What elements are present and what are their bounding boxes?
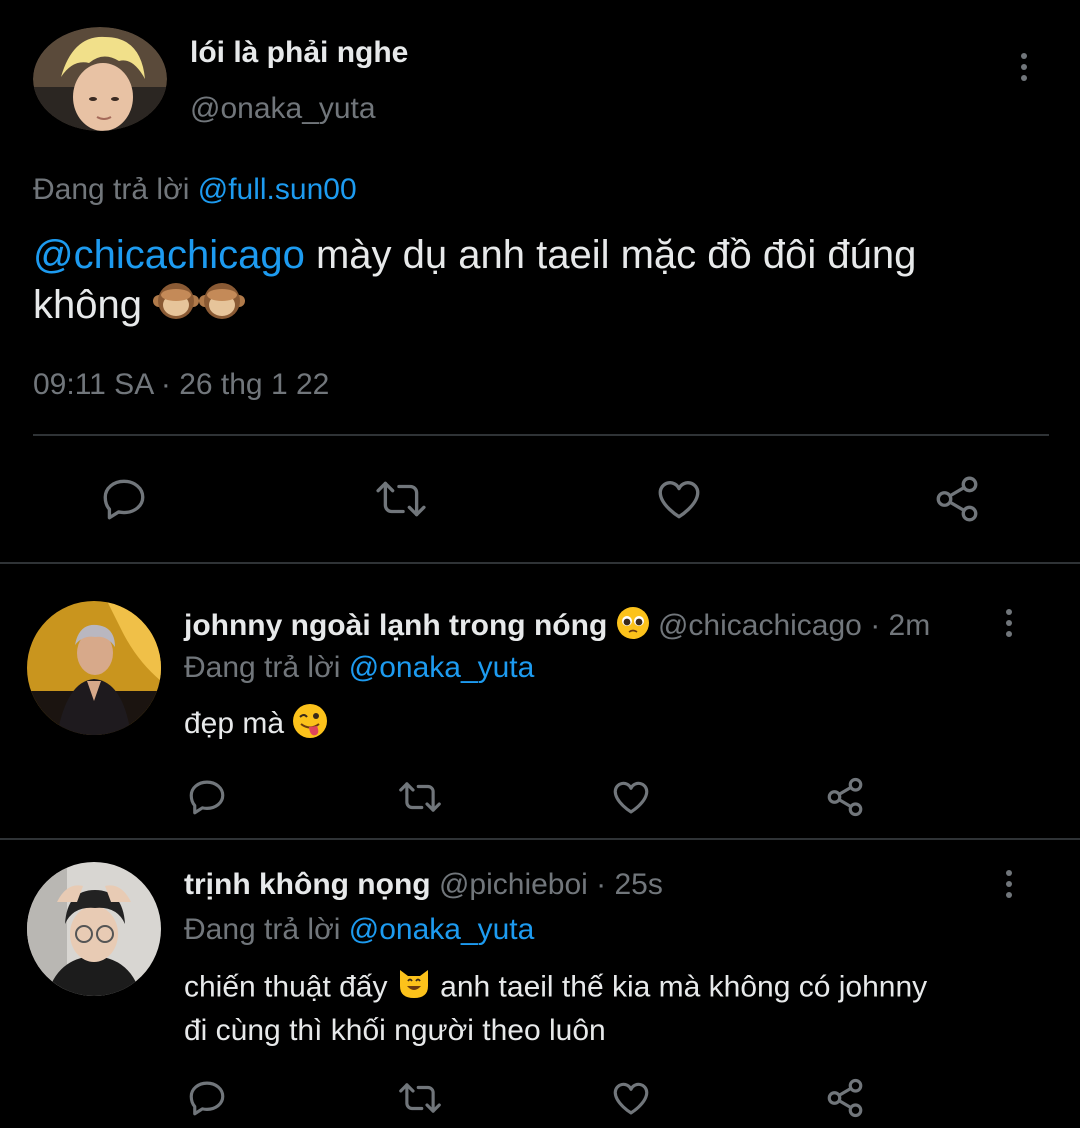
more-options-icon[interactable]: [1003, 609, 1015, 637]
relative-time: · 2m: [870, 608, 931, 642]
pleading-face-icon: [616, 606, 650, 648]
reply-to-link[interactable]: @onaka_yuta: [349, 913, 535, 946]
reply-text-line2: đi cùng thì khối người theo luôn: [184, 1014, 606, 1047]
reply-text: đẹp mà: [184, 703, 328, 747]
retweet-icon[interactable]: [396, 1077, 444, 1119]
more-options-icon[interactable]: [1003, 870, 1015, 898]
share-icon[interactable]: [824, 1077, 866, 1119]
reply-context: Đang trả lời @onaka_yuta: [184, 913, 534, 947]
reply-text-body: đẹp mà: [184, 706, 285, 740]
display-name[interactable]: johnny ngoài lạnh trong nóng: [184, 609, 607, 642]
timestamp[interactable]: 09:11 SA · 26 thg 1 22: [33, 368, 329, 402]
share-icon[interactable]: [932, 474, 982, 524]
reply-text-part1: chiến thuật đấy: [184, 970, 388, 1004]
avatar[interactable]: [33, 27, 167, 131]
reply-prefix: Đang trả lời: [33, 173, 190, 206]
reply-icon[interactable]: [186, 776, 228, 818]
avatar[interactable]: [27, 862, 161, 996]
user-handle[interactable]: @chicachicago: [658, 609, 862, 642]
tweet-text-line2: không: [33, 283, 142, 327]
like-icon[interactable]: [654, 474, 704, 524]
user-handle[interactable]: @onaka_yuta: [190, 92, 376, 126]
tweet-text-line1: mày dụ anh taeil mặc đồ đôi đúng: [315, 233, 917, 277]
relative-time: · 25s: [596, 868, 663, 901]
mention-link[interactable]: @chicachicago: [33, 233, 305, 277]
retweet-icon[interactable]: [396, 776, 444, 818]
see-no-evil-monkey-icon: [199, 281, 246, 333]
reply-to-link[interactable]: @full.sun00: [198, 173, 357, 206]
retweet-icon[interactable]: [373, 474, 429, 524]
user-handle[interactable]: @pichieboi: [439, 868, 588, 901]
see-no-evil-monkey-icon: [153, 281, 200, 333]
reply-context: Đang trả lời @onaka_yuta: [184, 651, 534, 685]
like-icon[interactable]: [610, 776, 652, 818]
avatar[interactable]: [27, 601, 161, 735]
share-icon[interactable]: [824, 776, 866, 818]
reply-prefix: Đang trả lời: [184, 651, 341, 684]
like-icon[interactable]: [610, 1077, 652, 1119]
more-options-icon[interactable]: [1018, 53, 1030, 81]
display-name[interactable]: trịnh không nọng: [184, 868, 431, 901]
winking-face-with-tongue-icon: [292, 703, 328, 747]
reply-header: johnny ngoài lạnh trong nóng @chicachica…: [184, 606, 930, 648]
reply-text: chiến thuật đấy anh taeil thế kia mà khô…: [184, 966, 1044, 1051]
divider: [0, 838, 1080, 840]
reply-icon[interactable]: [99, 474, 149, 524]
divider: [33, 434, 1049, 436]
display-name[interactable]: lói là phải nghe: [190, 36, 408, 70]
reply-header: trịnh không nọng @pichieboi · 25s: [184, 868, 663, 902]
tweet-text: @chicachicago mày dụ anh taeil mặc đồ đô…: [33, 230, 1043, 333]
grinning-cat-icon: [396, 966, 432, 1011]
divider: [0, 562, 1080, 564]
reply-icon[interactable]: [186, 1077, 228, 1119]
reply-text-part2: anh taeil thế kia mà không có johnny: [440, 970, 928, 1004]
reply-prefix: Đang trả lời: [184, 913, 341, 946]
reply-context: Đang trả lời @full.sun00: [33, 173, 357, 207]
reply-to-link[interactable]: @onaka_yuta: [349, 651, 535, 684]
